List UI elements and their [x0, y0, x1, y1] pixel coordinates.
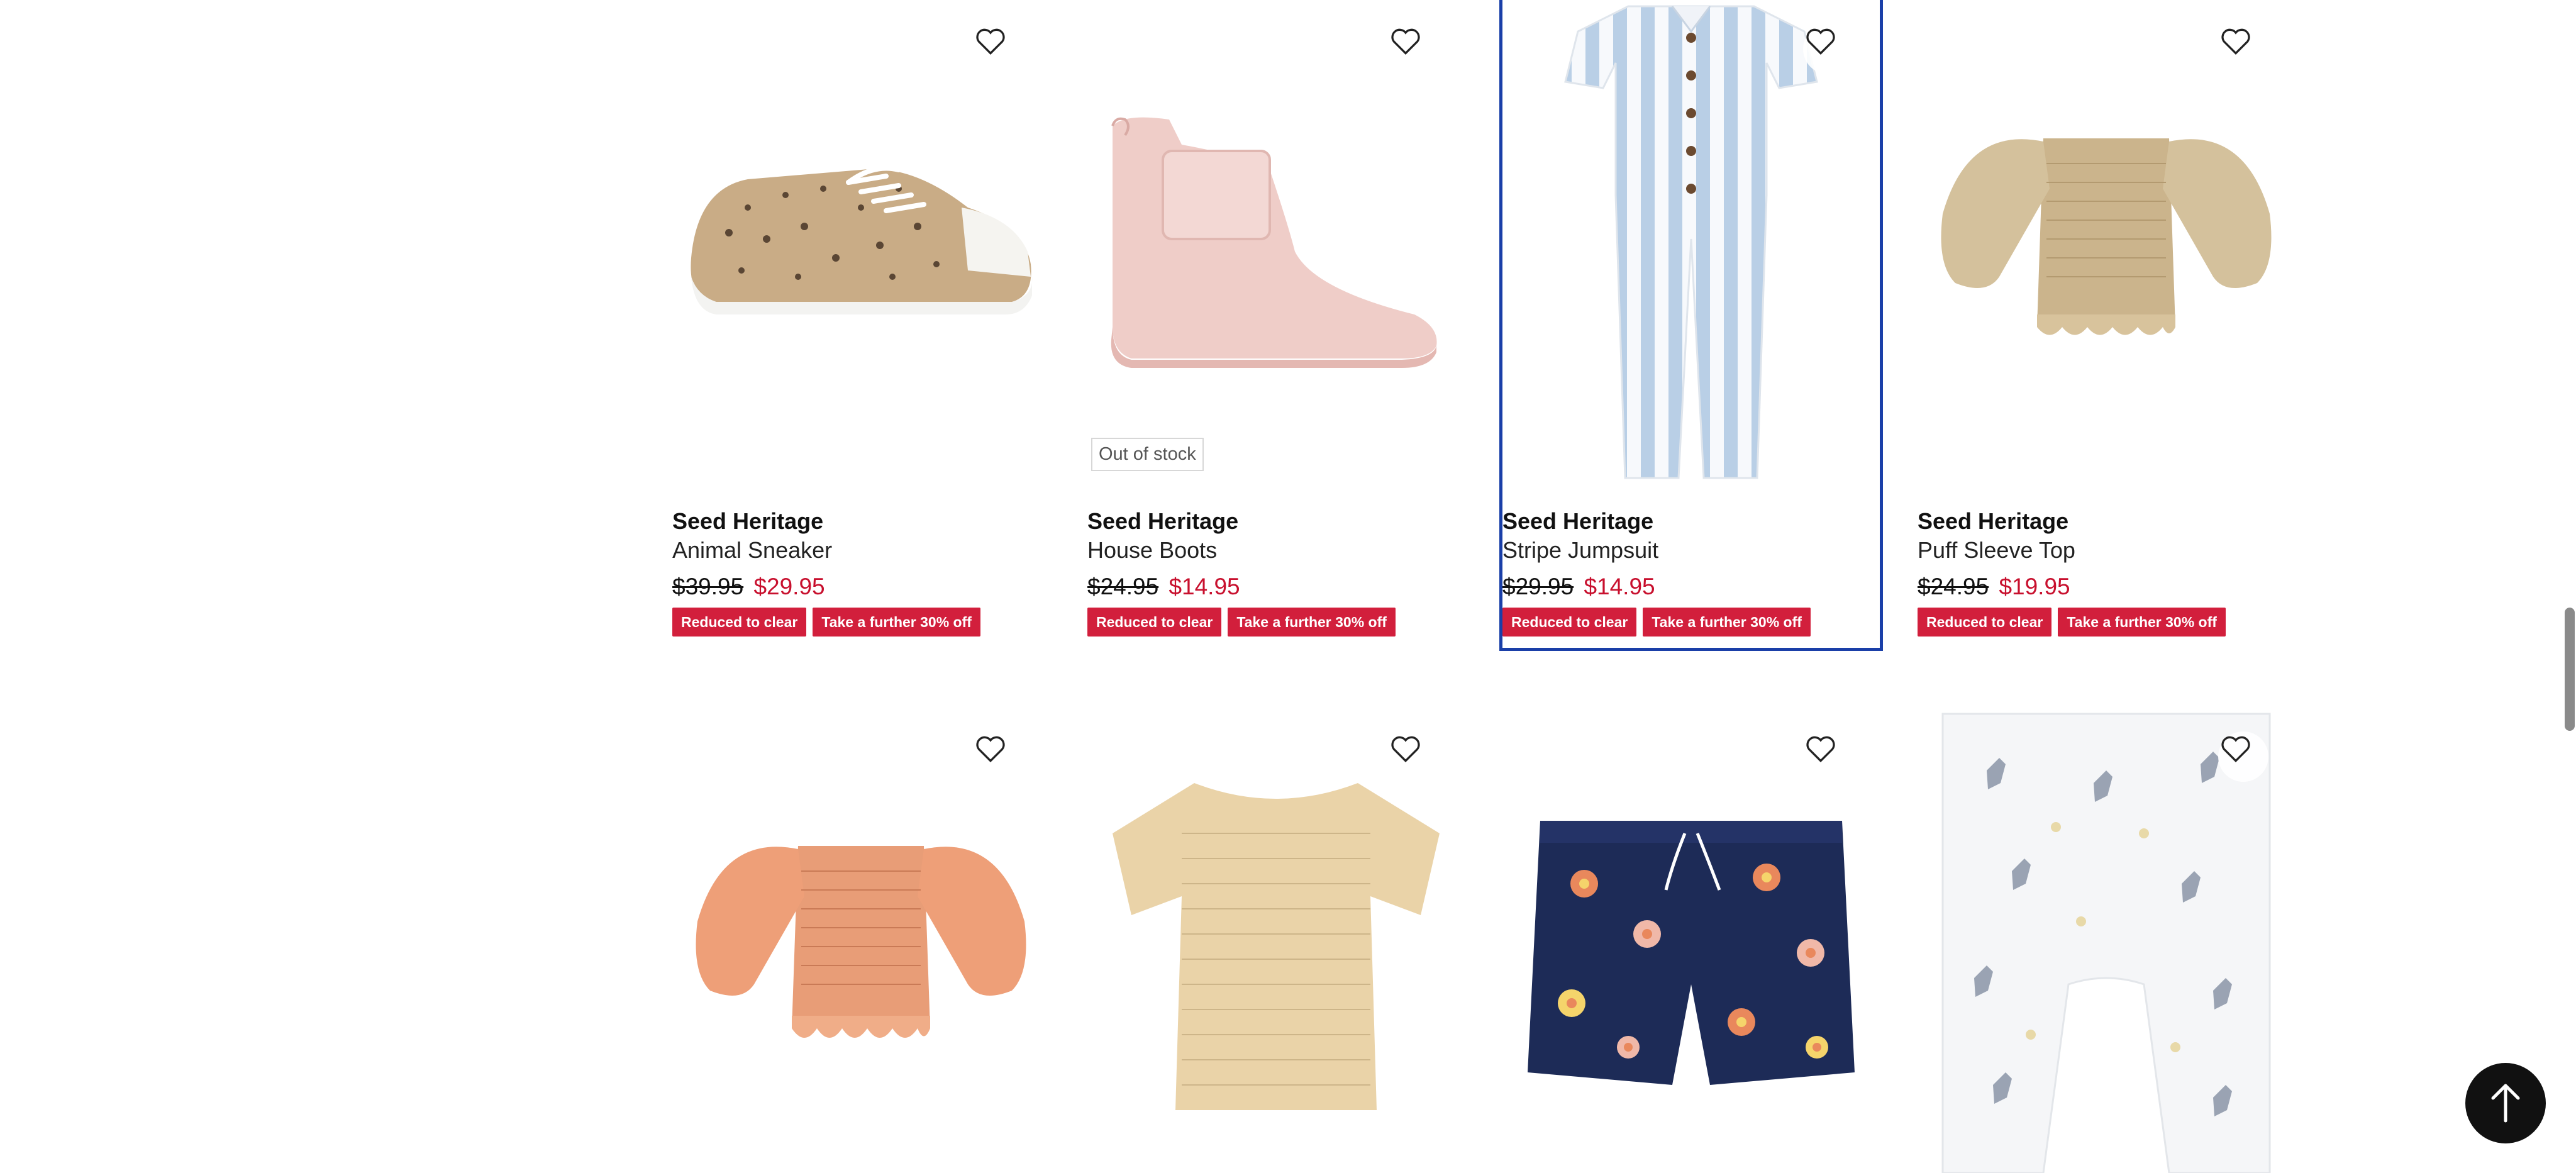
product-prices: $29.95 $14.95	[1502, 572, 1880, 601]
favourite-button[interactable]	[2218, 731, 2268, 782]
product-prices: $24.95 $14.95	[1087, 572, 1465, 601]
out-of-stock-label: Out of stock	[1091, 438, 1204, 471]
badge-reduced-to-clear: Reduced to clear	[1087, 608, 1222, 637]
product-brand[interactable]: Seed Heritage	[1087, 507, 1465, 536]
product-info: Seed Heritage Animal Sneaker $39.95 $29.…	[672, 507, 1050, 637]
back-to-top-button[interactable]	[2465, 1063, 2546, 1143]
product-card-puff-sleeve-top[interactable]: Seed Heritage Puff Sleeve Top $24.95 $19…	[1918, 0, 2295, 648]
product-prices: $24.95 $19.95	[1918, 572, 2295, 601]
now-price: $14.95	[1169, 574, 1240, 599]
heart-outline-icon	[1806, 736, 1835, 762]
promo-badges: Reduced to clear Take a further 30% off	[672, 608, 1050, 637]
now-price: $19.95	[1999, 574, 2070, 599]
product-name[interactable]: Puff Sleeve Top	[1918, 536, 2295, 565]
page-scrollbar[interactable]	[2562, 0, 2576, 1172]
product-card-puff-top-orange[interactable]	[672, 708, 1050, 1173]
heart-outline-icon	[976, 736, 1005, 762]
badge-further-discount: Take a further 30% off	[813, 608, 980, 637]
product-info: Seed Heritage Stripe Jumpsuit $29.95 $14…	[1502, 507, 1880, 637]
product-image-stripe-jumpsuit[interactable]	[1502, 0, 1880, 491]
favourite-button[interactable]	[1803, 731, 1853, 782]
heart-outline-icon	[1391, 28, 1420, 55]
product-card-reindeer-pants[interactable]	[1918, 708, 2295, 1173]
product-image-puff-sleeve-top[interactable]	[1918, 0, 2295, 491]
product-card-animal-sneaker[interactable]: Seed Heritage Animal Sneaker $39.95 $29.…	[672, 0, 1050, 648]
scrollbar-thumb[interactable]	[2565, 608, 2575, 731]
was-price: $39.95	[672, 574, 744, 599]
product-image-puff-top-orange[interactable]	[672, 708, 1050, 1173]
product-info: Seed Heritage House Boots $24.95 $14.95 …	[1087, 507, 1465, 637]
badge-further-discount: Take a further 30% off	[2058, 608, 2226, 637]
product-image-house-boots[interactable]: Out of stock	[1087, 0, 1465, 491]
product-prices: $39.95 $29.95	[672, 572, 1050, 601]
product-image-reindeer-pants[interactable]	[1918, 708, 2295, 1173]
heart-outline-icon	[1806, 28, 1835, 55]
promo-badges: Reduced to clear Take a further 30% off	[1502, 608, 1880, 637]
now-price: $29.95	[753, 574, 825, 599]
favourite-button[interactable]	[1388, 731, 1438, 782]
was-price: $29.95	[1502, 574, 1574, 599]
heart-outline-icon	[1391, 736, 1420, 762]
arrow-up-icon	[2491, 1084, 2520, 1123]
product-card-floral-shorts[interactable]	[1502, 708, 1880, 1173]
product-name[interactable]: House Boots	[1087, 536, 1465, 565]
product-card-smocked-tee[interactable]	[1087, 708, 1465, 1173]
product-image-animal-sneaker[interactable]	[672, 0, 1050, 491]
badge-reduced-to-clear: Reduced to clear	[1502, 608, 1637, 637]
badge-reduced-to-clear: Reduced to clear	[672, 608, 807, 637]
product-info: Seed Heritage Puff Sleeve Top $24.95 $19…	[1918, 507, 2295, 637]
product-brand[interactable]: Seed Heritage	[1502, 507, 1880, 536]
favourite-button[interactable]	[973, 731, 1023, 782]
favourite-button[interactable]	[1388, 24, 1438, 74]
was-price: $24.95	[1087, 574, 1159, 599]
heart-outline-icon	[2221, 736, 2250, 762]
product-image-floral-shorts[interactable]	[1502, 708, 1880, 1173]
product-brand[interactable]: Seed Heritage	[1918, 507, 2295, 536]
badge-further-discount: Take a further 30% off	[1228, 608, 1396, 637]
now-price: $14.95	[1584, 574, 1655, 599]
heart-outline-icon	[976, 28, 1005, 55]
promo-badges: Reduced to clear Take a further 30% off	[1918, 608, 2295, 637]
badge-reduced-to-clear: Reduced to clear	[1918, 608, 2052, 637]
badge-further-discount: Take a further 30% off	[1643, 608, 1811, 637]
product-card-house-boots[interactable]: Out of stock Seed Heritage House Boots $…	[1087, 0, 1465, 648]
heart-outline-icon	[2221, 28, 2250, 55]
was-price: $24.95	[1918, 574, 1989, 599]
product-image-smocked-tee[interactable]	[1087, 708, 1465, 1173]
favourite-button[interactable]	[1803, 24, 1853, 74]
promo-badges: Reduced to clear Take a further 30% off	[1087, 608, 1465, 637]
product-brand[interactable]: Seed Heritage	[672, 507, 1050, 536]
favourite-button[interactable]	[973, 24, 1023, 74]
product-name[interactable]: Animal Sneaker	[672, 536, 1050, 565]
product-name[interactable]: Stripe Jumpsuit	[1502, 536, 1880, 565]
product-card-stripe-jumpsuit[interactable]: Seed Heritage Stripe Jumpsuit $29.95 $14…	[1499, 0, 1883, 651]
favourite-button[interactable]	[2218, 24, 2268, 74]
